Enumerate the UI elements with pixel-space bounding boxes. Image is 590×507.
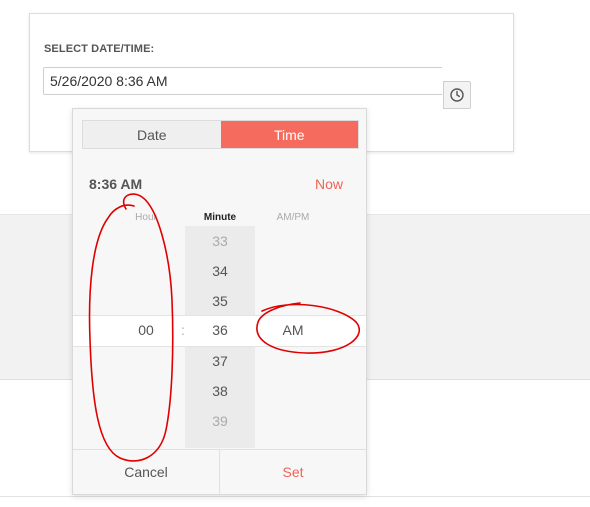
- ampm-column-header: AM/PM: [276, 212, 310, 223]
- hour-selected[interactable]: 00: [116, 322, 176, 338]
- divider: [0, 496, 590, 497]
- field-label: SELECT DATE/TIME:: [44, 43, 155, 55]
- time-separator: :: [181, 322, 185, 338]
- minute-option[interactable]: 39: [185, 413, 255, 429]
- clock-icon: [450, 88, 464, 102]
- page: SELECT DATE/TIME: Date Time 8:36 AM Now …: [0, 0, 590, 507]
- current-time: 8:36 AM: [89, 176, 143, 192]
- minute-option[interactable]: 33: [185, 233, 255, 249]
- minute-column-header: Minute: [203, 212, 237, 223]
- picker-footer: Cancel Set: [73, 449, 366, 494]
- minute-option[interactable]: 35: [185, 293, 255, 309]
- clock-button[interactable]: [443, 81, 471, 109]
- set-button[interactable]: Set: [220, 450, 366, 494]
- minute-option[interactable]: 34: [185, 263, 255, 279]
- minute-option-selected[interactable]: 36: [185, 322, 255, 338]
- picker-tabs: Date Time: [82, 120, 359, 149]
- tab-time[interactable]: Time: [220, 121, 358, 148]
- datetime-input[interactable]: [43, 67, 442, 95]
- hour-column-header: Hour: [135, 212, 157, 223]
- ampm-selected[interactable]: AM: [263, 322, 323, 338]
- cancel-button[interactable]: Cancel: [73, 450, 220, 494]
- minute-option[interactable]: 38: [185, 383, 255, 399]
- now-link[interactable]: Now: [315, 176, 343, 192]
- datetime-picker-popup: Date Time 8:36 AM Now Hour Minute AM/PM …: [72, 108, 367, 495]
- tab-date[interactable]: Date: [83, 121, 221, 148]
- minute-option[interactable]: 37: [185, 353, 255, 369]
